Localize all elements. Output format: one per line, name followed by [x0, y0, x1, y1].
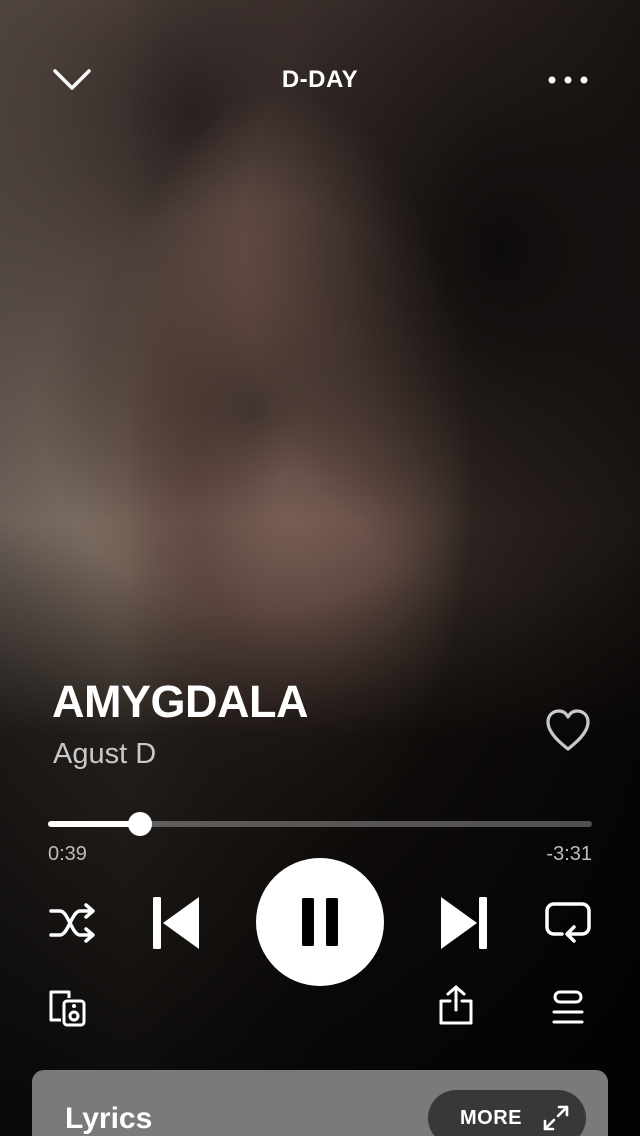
pause-icon [302, 898, 338, 946]
skip-previous-icon [153, 897, 199, 949]
track-title: AMYGDALA [52, 676, 308, 727]
lyrics-more-button[interactable]: MORE [428, 1090, 586, 1136]
repeat-button[interactable] [540, 894, 596, 952]
queue-icon [552, 990, 584, 1024]
more-icon [548, 76, 588, 84]
remaining-time: -3:31 [546, 843, 592, 865]
previous-track-button[interactable] [146, 890, 206, 956]
elapsed-time: 0:39 [48, 843, 87, 865]
expand-icon [543, 1105, 569, 1131]
progress-handle[interactable] [127, 812, 152, 836]
player-header: D-DAY [0, 50, 640, 110]
skip-next-icon [441, 897, 487, 949]
more-button-label: MORE [460, 1106, 522, 1129]
track-artist[interactable]: Agust D [53, 738, 156, 771]
repeat-icon [545, 902, 591, 943]
play-pause-button[interactable] [256, 858, 384, 986]
lyrics-card[interactable]: Lyrics MORE [32, 1070, 608, 1136]
progress-fill [48, 821, 140, 827]
share-icon [439, 985, 473, 1025]
devices-icon [49, 990, 86, 1027]
shuffle-icon [49, 903, 95, 943]
share-button[interactable] [432, 980, 480, 1030]
next-track-button[interactable] [434, 890, 494, 956]
heart-icon [546, 709, 590, 751]
more-options-button[interactable] [540, 60, 596, 100]
queue-button[interactable] [544, 984, 592, 1032]
shuffle-button[interactable] [44, 894, 102, 952]
like-button[interactable] [540, 704, 596, 756]
progress-bar[interactable] [48, 810, 592, 838]
connect-devices-button[interactable] [44, 984, 92, 1032]
lyrics-label: Lyrics [65, 1102, 153, 1135]
